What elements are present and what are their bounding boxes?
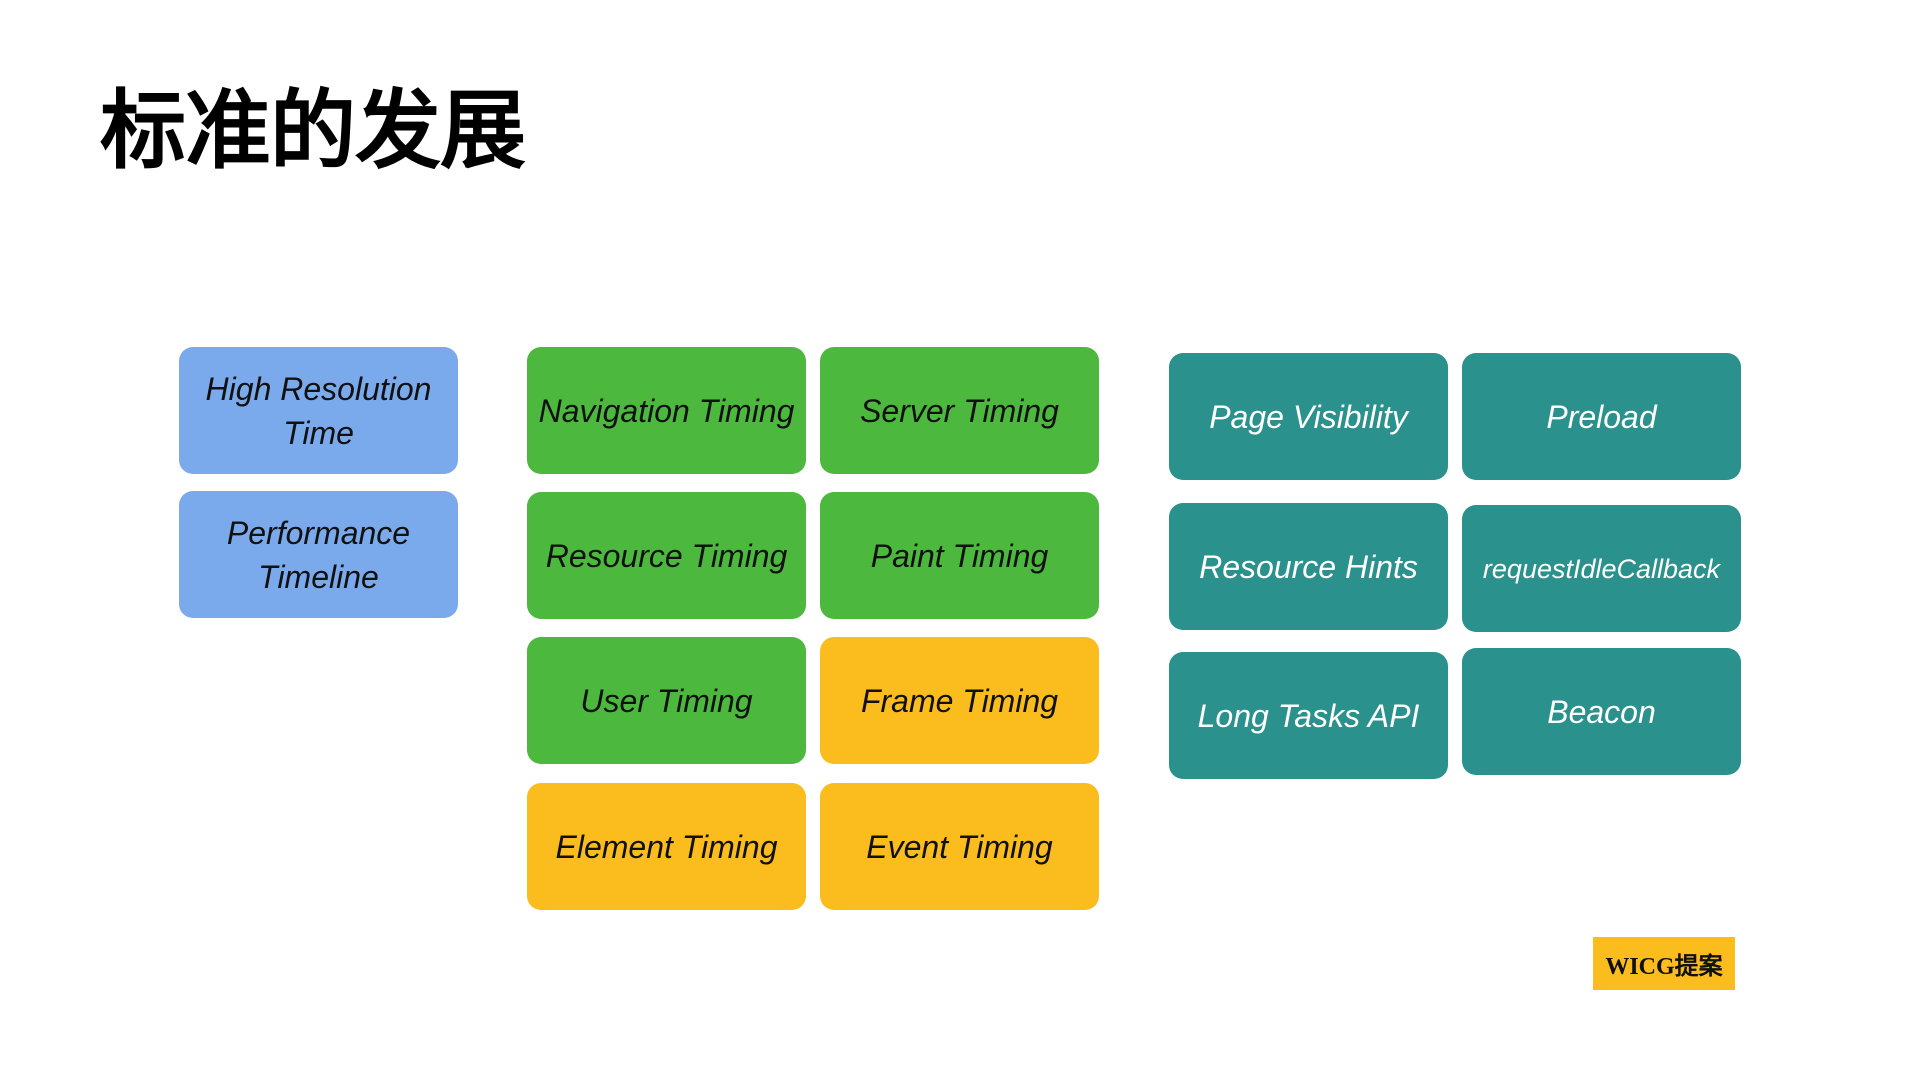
spec-label: Frame Timing <box>860 682 1059 719</box>
spec-box-long-tasks-api: Long Tasks API <box>1169 652 1448 779</box>
spec-box-paint-timing: Paint Timing <box>820 492 1099 619</box>
spec-box-user-timing: User Timing <box>527 637 806 764</box>
spec-box-resource-timing: Resource Timing <box>527 492 806 619</box>
spec-box-resource-hints: Resource Hints <box>1169 503 1448 630</box>
spec-label: Resource Hints <box>1199 548 1418 585</box>
spec-box-high-resolution-time: High Resolution Time <box>179 347 458 474</box>
spec-box-request-idle-callback: requestIdleCallback <box>1462 505 1741 632</box>
spec-box-event-timing: Event Timing <box>820 783 1099 910</box>
spec-label: Performance Timeline <box>226 514 411 595</box>
spec-label: Long Tasks API <box>1197 697 1420 734</box>
spec-label: Navigation Timing <box>538 392 795 429</box>
spec-label: Resource Timing <box>545 537 788 574</box>
spec-label: User Timing <box>580 682 753 719</box>
spec-box-performance-timeline: Performance Timeline <box>179 491 458 618</box>
slide-title: 标准的发展 <box>100 83 526 179</box>
spec-label: Element Timing <box>555 828 778 865</box>
spec-label: Page Visibility <box>1209 398 1408 435</box>
spec-label: High Resolution Time <box>205 370 432 451</box>
spec-label: Preload <box>1546 398 1657 435</box>
spec-box-server-timing: Server Timing <box>820 347 1099 474</box>
wicg-proposal-legend: WICG提案 <box>1593 937 1735 990</box>
spec-box-beacon: Beacon <box>1462 648 1741 775</box>
spec-box-element-timing: Element Timing <box>527 783 806 910</box>
spec-label: Event Timing <box>866 828 1053 865</box>
spec-label: Paint Timing <box>870 537 1049 574</box>
spec-label: Server Timing <box>860 392 1059 429</box>
spec-box-preload: Preload <box>1462 353 1741 480</box>
spec-box-navigation-timing: Navigation Timing <box>527 347 806 474</box>
spec-box-page-visibility: Page Visibility <box>1169 353 1448 480</box>
spec-label: Beacon <box>1547 693 1656 730</box>
spec-box-frame-timing: Frame Timing <box>820 637 1099 764</box>
spec-label: requestIdleCallback <box>1482 553 1721 584</box>
